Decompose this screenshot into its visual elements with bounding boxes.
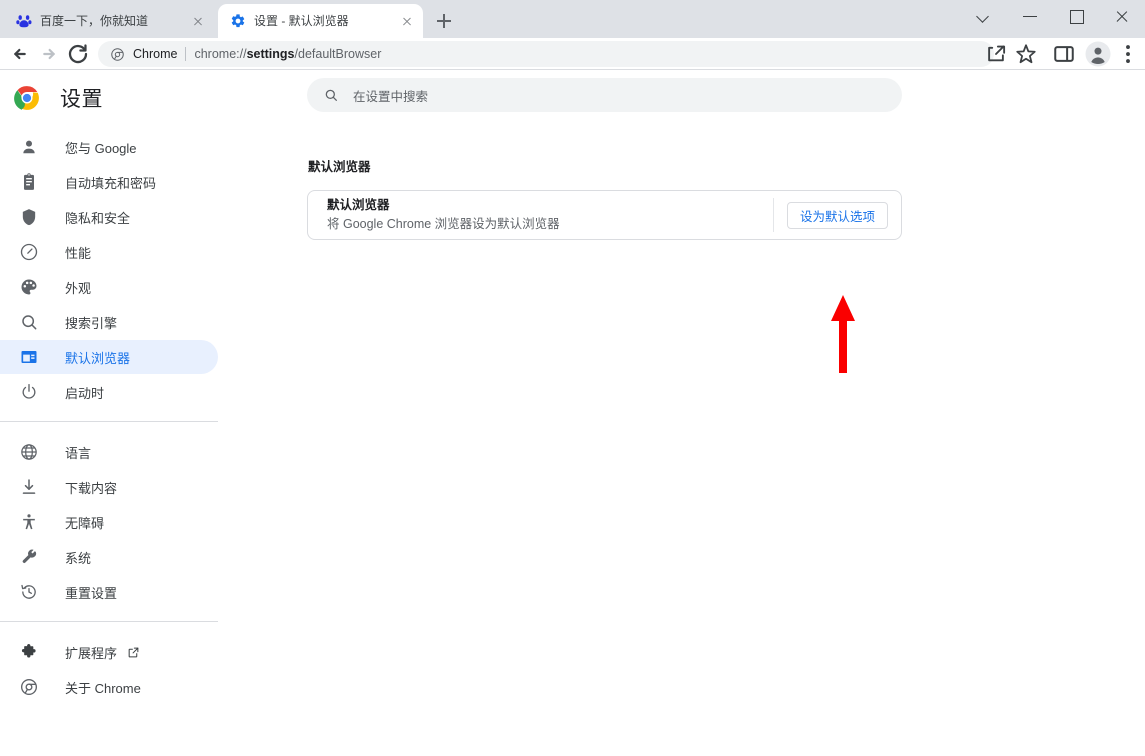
omnibox-url: chrome://settings/defaultBrowser <box>194 41 381 67</box>
chrome-icon <box>110 47 125 62</box>
back-arrow-icon[interactable] <box>4 38 36 70</box>
palette-icon <box>19 277 39 297</box>
sidebar-item-label: 关于 Chrome <box>65 680 141 696</box>
default-browser-card: 默认浏览器 将 Google Chrome 浏览器设为默认浏览器 设为默认选项 <box>307 190 902 240</box>
url-prefix: chrome:// <box>194 47 247 61</box>
forward-arrow-icon[interactable] <box>33 38 65 70</box>
accessibility-icon <box>19 512 39 532</box>
sidebar-item-label: 语言 <box>65 445 92 461</box>
external-link-icon[interactable] <box>127 646 140 659</box>
tab-baidu[interactable]: 百度一下，你就知道 <box>4 4 214 38</box>
sidebar-item-label: 隐私和安全 <box>65 210 131 226</box>
sidebar-item-label: 系统 <box>65 550 92 566</box>
red-up-arrow-annotation <box>826 295 860 373</box>
baidu-paw-icon <box>16 13 32 29</box>
sidebar-divider <box>0 421 218 422</box>
restore-history-icon <box>19 582 39 602</box>
clipboard-icon <box>19 172 39 192</box>
sidebar-item-languages[interactable]: 语言 <box>0 435 218 469</box>
power-icon <box>19 382 39 402</box>
sidebar-item-autofill[interactable]: 自动填充和密码 <box>0 165 218 199</box>
card-title: 默认浏览器 <box>327 198 390 212</box>
address-bar[interactable]: Chrome chrome://settings/defaultBrowser <box>98 41 994 67</box>
sidebar-item-label: 默认浏览器 <box>65 350 131 366</box>
card-subtitle: 将 Google Chrome 浏览器设为默认浏览器 <box>327 217 560 231</box>
sidebar-item-search-engine[interactable]: 搜索引擎 <box>0 305 218 339</box>
bookmark-star-icon[interactable] <box>1011 38 1041 70</box>
search-input[interactable]: 在设置中搜索 <box>353 86 428 105</box>
sidebar-item-reset-settings[interactable]: 重置设置 <box>0 575 218 609</box>
page-title: 设置 <box>60 88 103 111</box>
tab-title: 百度一下，你就知道 <box>40 14 149 28</box>
new-tab-button[interactable] <box>432 9 456 33</box>
sidebar-item-label: 下载内容 <box>65 480 118 496</box>
puzzle-icon <box>19 642 39 662</box>
sidebar-item-about-chrome[interactable]: 关于 Chrome <box>0 670 218 704</box>
sidebar-divider <box>0 621 218 622</box>
minimize-icon[interactable] <box>1007 0 1053 32</box>
sidebar-item-system[interactable]: 系统 <box>0 540 218 574</box>
close-icon[interactable] <box>1099 0 1145 32</box>
sidebar-item-accessibility[interactable]: 无障碍 <box>0 505 218 539</box>
settings-gear-icon <box>230 13 246 29</box>
sidebar-item-on-startup[interactable]: 启动时 <box>0 375 218 409</box>
sidebar-item-label: 性能 <box>65 245 92 261</box>
wrench-icon <box>19 547 39 567</box>
sidebar-item-downloads[interactable]: 下载内容 <box>0 470 218 504</box>
sidebar-item-label: 自动填充和密码 <box>65 175 157 191</box>
tab-title: 设置 - 默认浏览器 <box>254 14 349 28</box>
settings-header: 设置 <box>14 83 103 113</box>
omnibox-separator <box>185 47 187 61</box>
side-panel-icon[interactable] <box>1049 38 1079 70</box>
settings-main: 在设置中搜索 默认浏览器 默认浏览器 将 Google Chrome 浏览器设为… <box>307 78 902 240</box>
omnibox-chip-label: Chrome <box>133 47 178 61</box>
sidebar-item-label: 启动时 <box>65 385 105 401</box>
sidebar-item-label: 搜索引擎 <box>65 315 118 331</box>
settings-sidebar: 您与 Google 自动填充和密码 隐私和安全 性能 外观 搜索引擎 默认浏览器… <box>0 130 218 705</box>
url-suffix: /defaultBrowser <box>294 47 382 61</box>
toolbar-right-icons <box>981 38 1143 70</box>
chrome-logo <box>14 85 40 111</box>
person-icon <box>19 137 39 157</box>
globe-icon <box>19 442 39 462</box>
shield-icon <box>19 207 39 227</box>
sidebar-item-default-browser[interactable]: 默认浏览器 <box>0 340 218 374</box>
sidebar-item-text: 扩展程序 <box>65 645 118 661</box>
sidebar-item-label: 外观 <box>65 280 92 296</box>
tab-settings[interactable]: 设置 - 默认浏览器 <box>218 4 423 38</box>
search-icon <box>19 312 39 332</box>
search-settings-bar[interactable]: 在设置中搜索 <box>307 78 902 112</box>
window-controls <box>961 0 1145 32</box>
sidebar-item-extensions[interactable]: 扩展程序 <box>0 635 218 669</box>
chrome-outline-icon <box>19 677 39 697</box>
set-as-default-button[interactable]: 设为默认选项 <box>786 201 888 229</box>
profile-avatar-icon[interactable] <box>1083 38 1113 70</box>
sidebar-item-label: 无障碍 <box>65 515 105 531</box>
sidebar-item-you-and-google[interactable]: 您与 Google <box>0 130 218 164</box>
more-menu-icon[interactable] <box>1113 38 1143 70</box>
sidebar-item-privacy[interactable]: 隐私和安全 <box>0 200 218 234</box>
settings-page: 设置 您与 Google 自动填充和密码 隐私和安全 性能 外观 搜索引擎 默认… <box>0 70 1145 756</box>
sidebar-item-label: 扩展程序 <box>65 643 140 662</box>
close-icon[interactable] <box>190 13 206 29</box>
close-icon[interactable] <box>399 13 415 29</box>
card-texts: 默认浏览器 将 Google Chrome 浏览器设为默认浏览器 <box>327 197 773 233</box>
chevron-down-icon[interactable] <box>961 0 1007 32</box>
sidebar-item-performance[interactable]: 性能 <box>0 235 218 269</box>
url-strong: settings <box>246 47 295 61</box>
reload-icon[interactable] <box>62 38 94 70</box>
sidebar-item-appearance[interactable]: 外观 <box>0 270 218 304</box>
download-icon <box>19 477 39 497</box>
search-icon <box>323 87 339 103</box>
speedometer-icon <box>19 242 39 262</box>
tab-strip: 百度一下，你就知道 设置 - 默认浏览器 <box>0 0 1145 38</box>
card-separator <box>772 198 774 232</box>
share-icon[interactable] <box>981 38 1011 70</box>
browser-toolbar: Chrome chrome://settings/defaultBrowser <box>0 38 1145 70</box>
sidebar-item-label: 重置设置 <box>65 585 118 601</box>
browser-window-icon <box>19 347 39 367</box>
section-heading: 默认浏览器 <box>308 160 371 174</box>
sidebar-item-label: 您与 Google <box>65 140 137 156</box>
maximize-icon[interactable] <box>1053 0 1099 32</box>
